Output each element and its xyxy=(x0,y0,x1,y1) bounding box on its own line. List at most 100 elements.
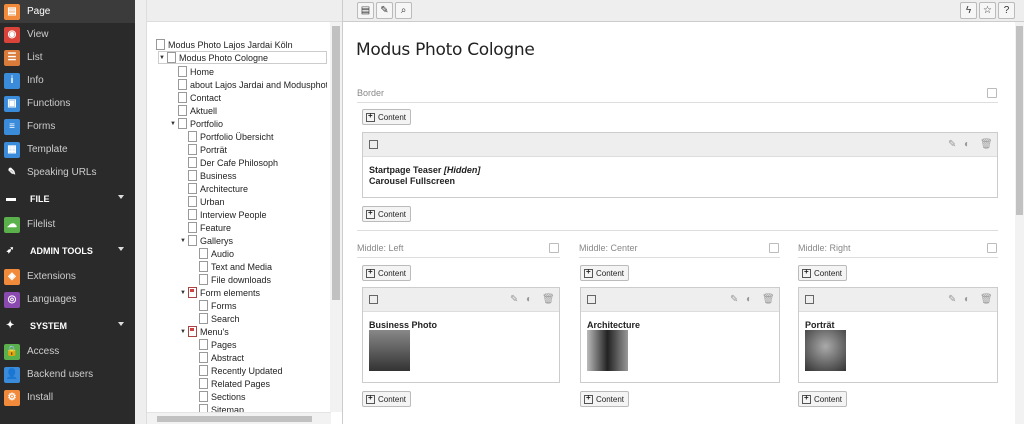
tree-node[interactable]: Forms xyxy=(199,299,327,312)
tree-node[interactable]: about Lajos Jardai and Modusphoto xyxy=(178,78,327,91)
page-icon xyxy=(188,131,197,142)
tree-node[interactable]: Urban xyxy=(188,195,327,208)
module-functions[interactable]: ▣ Functions xyxy=(0,92,135,115)
toggle-visibility-icon[interactable]: ◐ xyxy=(964,139,975,150)
delete-trash-icon[interactable]: 🗑 xyxy=(542,294,555,305)
page-icon xyxy=(188,157,197,168)
module-languages[interactable]: ◎ Languages xyxy=(0,288,135,311)
tree-site-node[interactable]: ▼ Modus Photo Cologne xyxy=(158,51,327,64)
module-backend-users[interactable]: 👤 Backend users xyxy=(0,363,135,386)
tree-vertical-scrollbar[interactable] xyxy=(330,22,342,412)
tree-node-label: File downloads xyxy=(211,274,272,285)
module-template[interactable]: ▦ Template xyxy=(0,138,135,161)
edit-pencil-icon[interactable]: ✎ xyxy=(948,139,959,150)
page-icon xyxy=(199,339,208,350)
tree-node[interactable]: ▼ Portfolio xyxy=(170,117,327,130)
module-section-header[interactable]: ▬ FILE xyxy=(0,184,135,213)
edit-pencil-icon[interactable]: ✎ xyxy=(730,294,741,305)
module-page[interactable]: ▤ Page xyxy=(0,0,135,23)
tree-node[interactable]: ▼ Menu's xyxy=(180,325,327,338)
help-icon[interactable]: ? xyxy=(998,2,1015,19)
content-element-architecture[interactable]: ✎ ◐ 🗑 Architecture xyxy=(580,287,780,383)
edit-column-icon[interactable] xyxy=(769,243,779,253)
edit-pencil-icon[interactable]: ✎ xyxy=(510,294,521,305)
tree-node[interactable]: Search xyxy=(199,312,327,325)
new-content-button[interactable]: Content xyxy=(362,265,412,281)
module-extensions[interactable]: ◈ Extensions xyxy=(0,265,135,288)
tree-node[interactable]: Portfolio Übersicht xyxy=(188,130,327,143)
tree-node[interactable]: Feature xyxy=(188,221,327,234)
module-filelist[interactable]: ☁ Filelist xyxy=(0,213,135,236)
tree-node[interactable]: Aktuell xyxy=(178,104,327,117)
new-content-button[interactable]: Content xyxy=(362,391,412,407)
toggle-visibility-icon[interactable]: ◐ xyxy=(526,294,537,305)
module-speaking-urls[interactable]: ✎ Speaking URLs xyxy=(0,161,135,184)
tree-node-label: Audio xyxy=(211,248,235,259)
toggle-visibility-icon[interactable]: ◐ xyxy=(964,294,975,305)
edit-column-icon[interactable] xyxy=(549,243,559,253)
module-section-header[interactable]: ✦ SYSTEM xyxy=(0,311,135,340)
content-element-portrait[interactable]: ✎ ◐ 🗑 Porträt xyxy=(798,287,998,383)
delete-trash-icon[interactable]: 🗑 xyxy=(980,139,993,150)
tree-horizontal-scrollbar[interactable] xyxy=(147,412,331,424)
new-content-icon xyxy=(366,208,375,219)
bookmark-star-icon[interactable]: ☆ xyxy=(979,2,996,19)
tree-node[interactable]: Related Pages xyxy=(199,377,327,390)
tree-node[interactable]: Interview People xyxy=(188,208,327,221)
delete-trash-icon[interactable]: 🗑 xyxy=(980,294,993,305)
expand-toggle-icon[interactable]: ▼ xyxy=(180,329,188,335)
lightning-icon[interactable]: ϟ xyxy=(960,2,977,19)
edit-pencil-icon[interactable]: ✎ xyxy=(948,294,959,305)
tree-root[interactable]: Modus Photo Lajos Jardai Köln xyxy=(156,38,327,51)
tree-node[interactable]: Audio xyxy=(199,247,327,260)
module-label: Forms xyxy=(27,121,56,132)
expand-toggle-icon[interactable]: ▼ xyxy=(180,290,188,296)
new-content-button[interactable]: Content xyxy=(362,206,412,222)
content-element-business-photo[interactable]: ✎ ◐ 🗑 Business Photo xyxy=(362,287,560,383)
content-vertical-scrollbar[interactable] xyxy=(1015,22,1024,424)
tree-node[interactable]: Porträt xyxy=(188,143,327,156)
thumbnail-image xyxy=(369,330,410,371)
module-view[interactable]: ◉ View xyxy=(0,23,135,46)
teaser-subtitle: Carousel Fullscreen xyxy=(369,176,456,186)
layout-view-icon[interactable]: ▤ xyxy=(357,2,374,19)
tree-node[interactable]: ▼ Gallerys xyxy=(180,234,327,247)
tree-node[interactable]: Abstract xyxy=(199,351,327,364)
delete-trash-icon[interactable]: 🗑 xyxy=(762,294,775,305)
tree-node[interactable]: Pages xyxy=(199,338,327,351)
expand-toggle-icon[interactable]: ▼ xyxy=(180,238,188,244)
module-section-header[interactable]: ➶ ADMIN TOOLS xyxy=(0,236,135,265)
expand-toggle-icon[interactable]: ▼ xyxy=(159,55,167,61)
tree-node[interactable]: File downloads xyxy=(199,273,327,286)
tree-node-label: Urban xyxy=(200,196,225,207)
module-access[interactable]: 🔒 Access xyxy=(0,340,135,363)
new-content-button[interactable]: Content xyxy=(580,265,630,281)
module-list[interactable]: ☰ List xyxy=(0,46,135,69)
search-icon[interactable]: ⌕ xyxy=(395,2,412,19)
expand-toggle-icon[interactable]: ▼ xyxy=(170,121,178,127)
tree-node[interactable]: Der Cafe Philosoph xyxy=(188,156,327,169)
access-icon: 🔒 xyxy=(4,343,20,360)
tree-node[interactable]: Sections xyxy=(199,390,327,403)
toggle-visibility-icon[interactable]: ◐ xyxy=(746,294,757,305)
new-content-button[interactable]: Content xyxy=(798,265,848,281)
tree-node[interactable]: Business xyxy=(188,169,327,182)
tree-node[interactable]: Home xyxy=(178,65,327,78)
edit-column-icon[interactable] xyxy=(987,243,997,253)
edit-page-icon[interactable]: ✎ xyxy=(376,2,393,19)
edit-column-icon[interactable] xyxy=(987,88,997,98)
new-content-button[interactable]: Content xyxy=(798,391,848,407)
ce-title: Business Photo xyxy=(369,320,438,330)
module-forms[interactable]: ≡ Forms xyxy=(0,115,135,138)
tree-node[interactable]: Contact xyxy=(178,91,327,104)
new-content-button[interactable]: Content xyxy=(580,391,630,407)
content-element-teaser[interactable]: ✎ ◐ 🗑 Startpage Teaser [Hidden] Carousel F… xyxy=(362,132,998,198)
panel-splitter[interactable] xyxy=(135,0,147,424)
tree-node[interactable]: Text and Media xyxy=(199,260,327,273)
new-content-button[interactable]: Content xyxy=(362,109,412,125)
module-install[interactable]: ⚙ Install xyxy=(0,386,135,409)
tree-node[interactable]: Recently Updated xyxy=(199,364,327,377)
tree-node[interactable]: Architecture xyxy=(188,182,327,195)
tree-node[interactable]: ▼ Form elements xyxy=(180,286,327,299)
module-info[interactable]: i Info xyxy=(0,69,135,92)
